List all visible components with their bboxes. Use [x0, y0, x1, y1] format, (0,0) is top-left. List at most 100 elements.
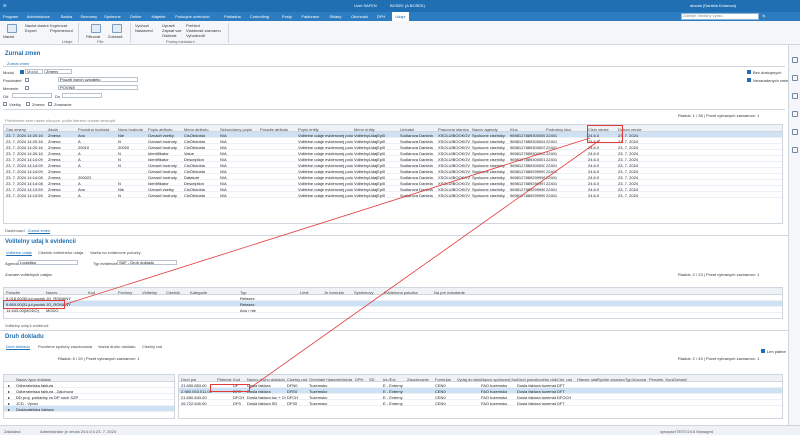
- typ-label: Typ evidencie: [93, 261, 118, 266]
- table-row[interactable]: 26.722.640.00 DFS Dosla faktura SD DFS0 Tuze…: [179, 400, 782, 406]
- folder-icon: ▸: [8, 407, 11, 412]
- highlight-druh: [210, 384, 250, 392]
- settings-button[interactable]: Nastaveni: [135, 28, 153, 33]
- remind-button[interactable]: Pripomenout: [50, 28, 73, 33]
- status-bar: Zakladna Administrator je verzia 24.6.0 …: [0, 425, 800, 435]
- all-radio[interactable]: [3, 102, 7, 106]
- change-radio[interactable]: [26, 102, 30, 106]
- table-cell: N/A: [220, 193, 227, 198]
- change-value-input[interactable]: POVINE: [58, 85, 138, 90]
- history-icon[interactable]: [792, 111, 798, 117]
- tab-volitelne-udaje[interactable]: Volitelne udaje: [6, 250, 33, 256]
- menu-item-11[interactable]: Fakturace: [302, 14, 320, 19]
- menu-item-0[interactable]: Program: [3, 14, 18, 19]
- table-cell: Sudlarova Daniela: [400, 193, 433, 198]
- table-cell: Ano / nie: [240, 308, 256, 313]
- tree-item[interactable]: ▸ Dodavatelska faktura: [4, 406, 174, 412]
- len-platne-checkbox[interactable]: [761, 349, 765, 353]
- bez-dostupnych-label: Bez dostupnych: [753, 70, 782, 75]
- doc-type-tree[interactable]: Nazov typu dokladu ▸ Odberatelska faktura…: [3, 374, 175, 419]
- status-mid: Administrator je verzia 24.6.0 k 23. 7. …: [40, 429, 117, 434]
- group-udaje: Udaje: [62, 39, 73, 44]
- doc-detail-grid[interactable]: Druh pol Platnost Kod Nazov druhu dokladu Ci…: [178, 374, 783, 419]
- notes-icon[interactable]: [792, 93, 798, 99]
- group-hint: Pretahnete sem nazev sloupce, podle kter…: [5, 118, 116, 123]
- tab-dashboard[interactable]: Dashboard: [5, 228, 25, 233]
- delete-label: Zmazanie: [54, 102, 72, 107]
- typ-select[interactable]: SAF - Druh dokladu: [117, 260, 177, 265]
- comment-icon[interactable]: [792, 57, 798, 63]
- info-icon[interactable]: [792, 147, 798, 153]
- list-label: Zoznam volitelnych udajov: [5, 272, 53, 277]
- view-icon[interactable]: [112, 24, 122, 33]
- user-checkbox[interactable]: [25, 78, 29, 82]
- filter-icon[interactable]: [91, 24, 101, 33]
- tab-vazba[interactable]: Vazba na evidencne polozky: [90, 250, 141, 255]
- to-date-input[interactable]: [62, 93, 102, 98]
- menu-item-14[interactable]: DPH: [377, 14, 385, 19]
- modul-checkbox[interactable]: [20, 70, 24, 74]
- menu-item-13[interactable]: Obchodni: [351, 14, 368, 19]
- tab-druh-dokladu[interactable]: Druh dokladu: [6, 344, 30, 350]
- menu-item-12[interactable]: Sklady: [329, 14, 341, 19]
- table-cell: CEN0: [435, 401, 446, 406]
- table-cell: 24.6.0: [588, 193, 600, 198]
- tab-ciselnik[interactable]: Ciselnik volitelneho udaja: [38, 250, 83, 255]
- nezaradenych-checkbox[interactable]: [747, 78, 751, 82]
- menu-item-5[interactable]: Online: [130, 14, 142, 19]
- row-count-left: Riadok: 5 / 20 | Pocet vybranych zaznamo…: [58, 356, 140, 361]
- row-count-volitelny: Riadok: 2 / 23 | Pocet vybranych zaznamo…: [678, 272, 760, 277]
- tab-ciselny-rad[interactable]: Ciselny rad: [142, 344, 162, 349]
- user-name[interactable]: abcola (Daniela Kolarova): [690, 3, 736, 8]
- grid-header: Cas zmeny Akcia Povodna hodnota Nova hodnot…: [4, 125, 782, 132]
- change-label: Zmena: [32, 102, 45, 107]
- tab-volitelny-bottom[interactable]: Volitelny udaj k evidencii: [5, 323, 48, 328]
- change-checkbox[interactable]: [25, 86, 29, 90]
- menu-item-10[interactable]: Posty: [282, 14, 292, 19]
- table-cell: 22401: [546, 193, 558, 198]
- menu-item-2[interactable]: Banka: [61, 14, 72, 19]
- optional-data-grid[interactable]: Poradie Nazov Kod Povinny Viditelny Ciselnik K…: [3, 287, 783, 319]
- from-date-input[interactable]: [12, 93, 52, 98]
- nezaradenych-label: Nezaradenych zmien: [753, 78, 791, 83]
- menu-item-1[interactable]: Administrace: [27, 14, 50, 19]
- menu-item-8[interactable]: Pokladna: [224, 14, 241, 19]
- filter-label-modul: Modul: [3, 70, 14, 75]
- tab-povolene[interactable]: Povolene spoluby zauctovania: [38, 344, 92, 349]
- table-row[interactable]: 23. 7. 2024 14:13:59 Zmena A N Oznacit hodno…: [4, 192, 782, 198]
- menu-item-6[interactable]: Majetek: [152, 14, 166, 19]
- bez-dostupnych-checkbox[interactable]: [747, 70, 751, 74]
- row-count: Riadok: 1 / 38 | Pocet vybranych zaznamo…: [678, 113, 760, 118]
- load-icon[interactable]: [7, 24, 17, 33]
- view-button[interactable]: Zobrazit: [108, 34, 122, 39]
- user-value-input[interactable]: Pouziti vsech uzivatelu: [58, 77, 138, 82]
- menu-item-3[interactable]: Seznamy: [80, 14, 97, 19]
- table-cell: DFT: [557, 401, 565, 406]
- evaluate-button[interactable]: Vyhodnotit: [186, 33, 205, 38]
- app-title: Ucet SAFEN: [354, 3, 377, 8]
- agenda-select[interactable]: Logistika: [18, 260, 78, 265]
- menu-item-7[interactable]: Podvojne ucetnictvi: [175, 14, 209, 19]
- remove-button[interactable]: Odebrat: [162, 33, 176, 38]
- ribbon-toolbar: Nacist Nacist vlastni Export Kopirovat P…: [0, 21, 800, 45]
- bookmark-icon[interactable]: [792, 75, 798, 81]
- table-row[interactable]: 14.543.00(MODO) MODO Ano / nie: [4, 307, 782, 313]
- changes-grid[interactable]: Cas zmeny Akcia Povodna hodnota Nova hodnot…: [3, 124, 783, 224]
- search-input[interactable]: Zadejte hledany vyraz...: [681, 13, 759, 20]
- tab-zurnal-bottom[interactable]: Zurnal zmen: [28, 228, 51, 234]
- app-menu-icon[interactable]: ☰: [3, 3, 7, 8]
- highlight-kluc: [587, 125, 623, 143]
- search-icon[interactable]: 🔍: [762, 14, 767, 19]
- table-cell: 9698127889299995: [510, 193, 545, 198]
- tree-item-label: Dodavatelska faktura: [16, 407, 54, 412]
- tab-vazba-druhu[interactable]: Vazba druhu dokladu: [98, 344, 136, 349]
- modul-value-input[interactable]: Zmeny: [44, 69, 72, 74]
- delete-radio[interactable]: [48, 102, 52, 106]
- table-cell: DFS: [233, 401, 241, 406]
- menu-item-4[interactable]: Spolecne: [104, 14, 121, 19]
- menu-item-15[interactable]: Udaje: [392, 12, 409, 21]
- load-button[interactable]: Nacist: [3, 34, 14, 39]
- attachment-icon[interactable]: [792, 129, 798, 135]
- export-button[interactable]: Export: [25, 28, 37, 33]
- menu-item-9[interactable]: Controlling: [250, 14, 269, 19]
